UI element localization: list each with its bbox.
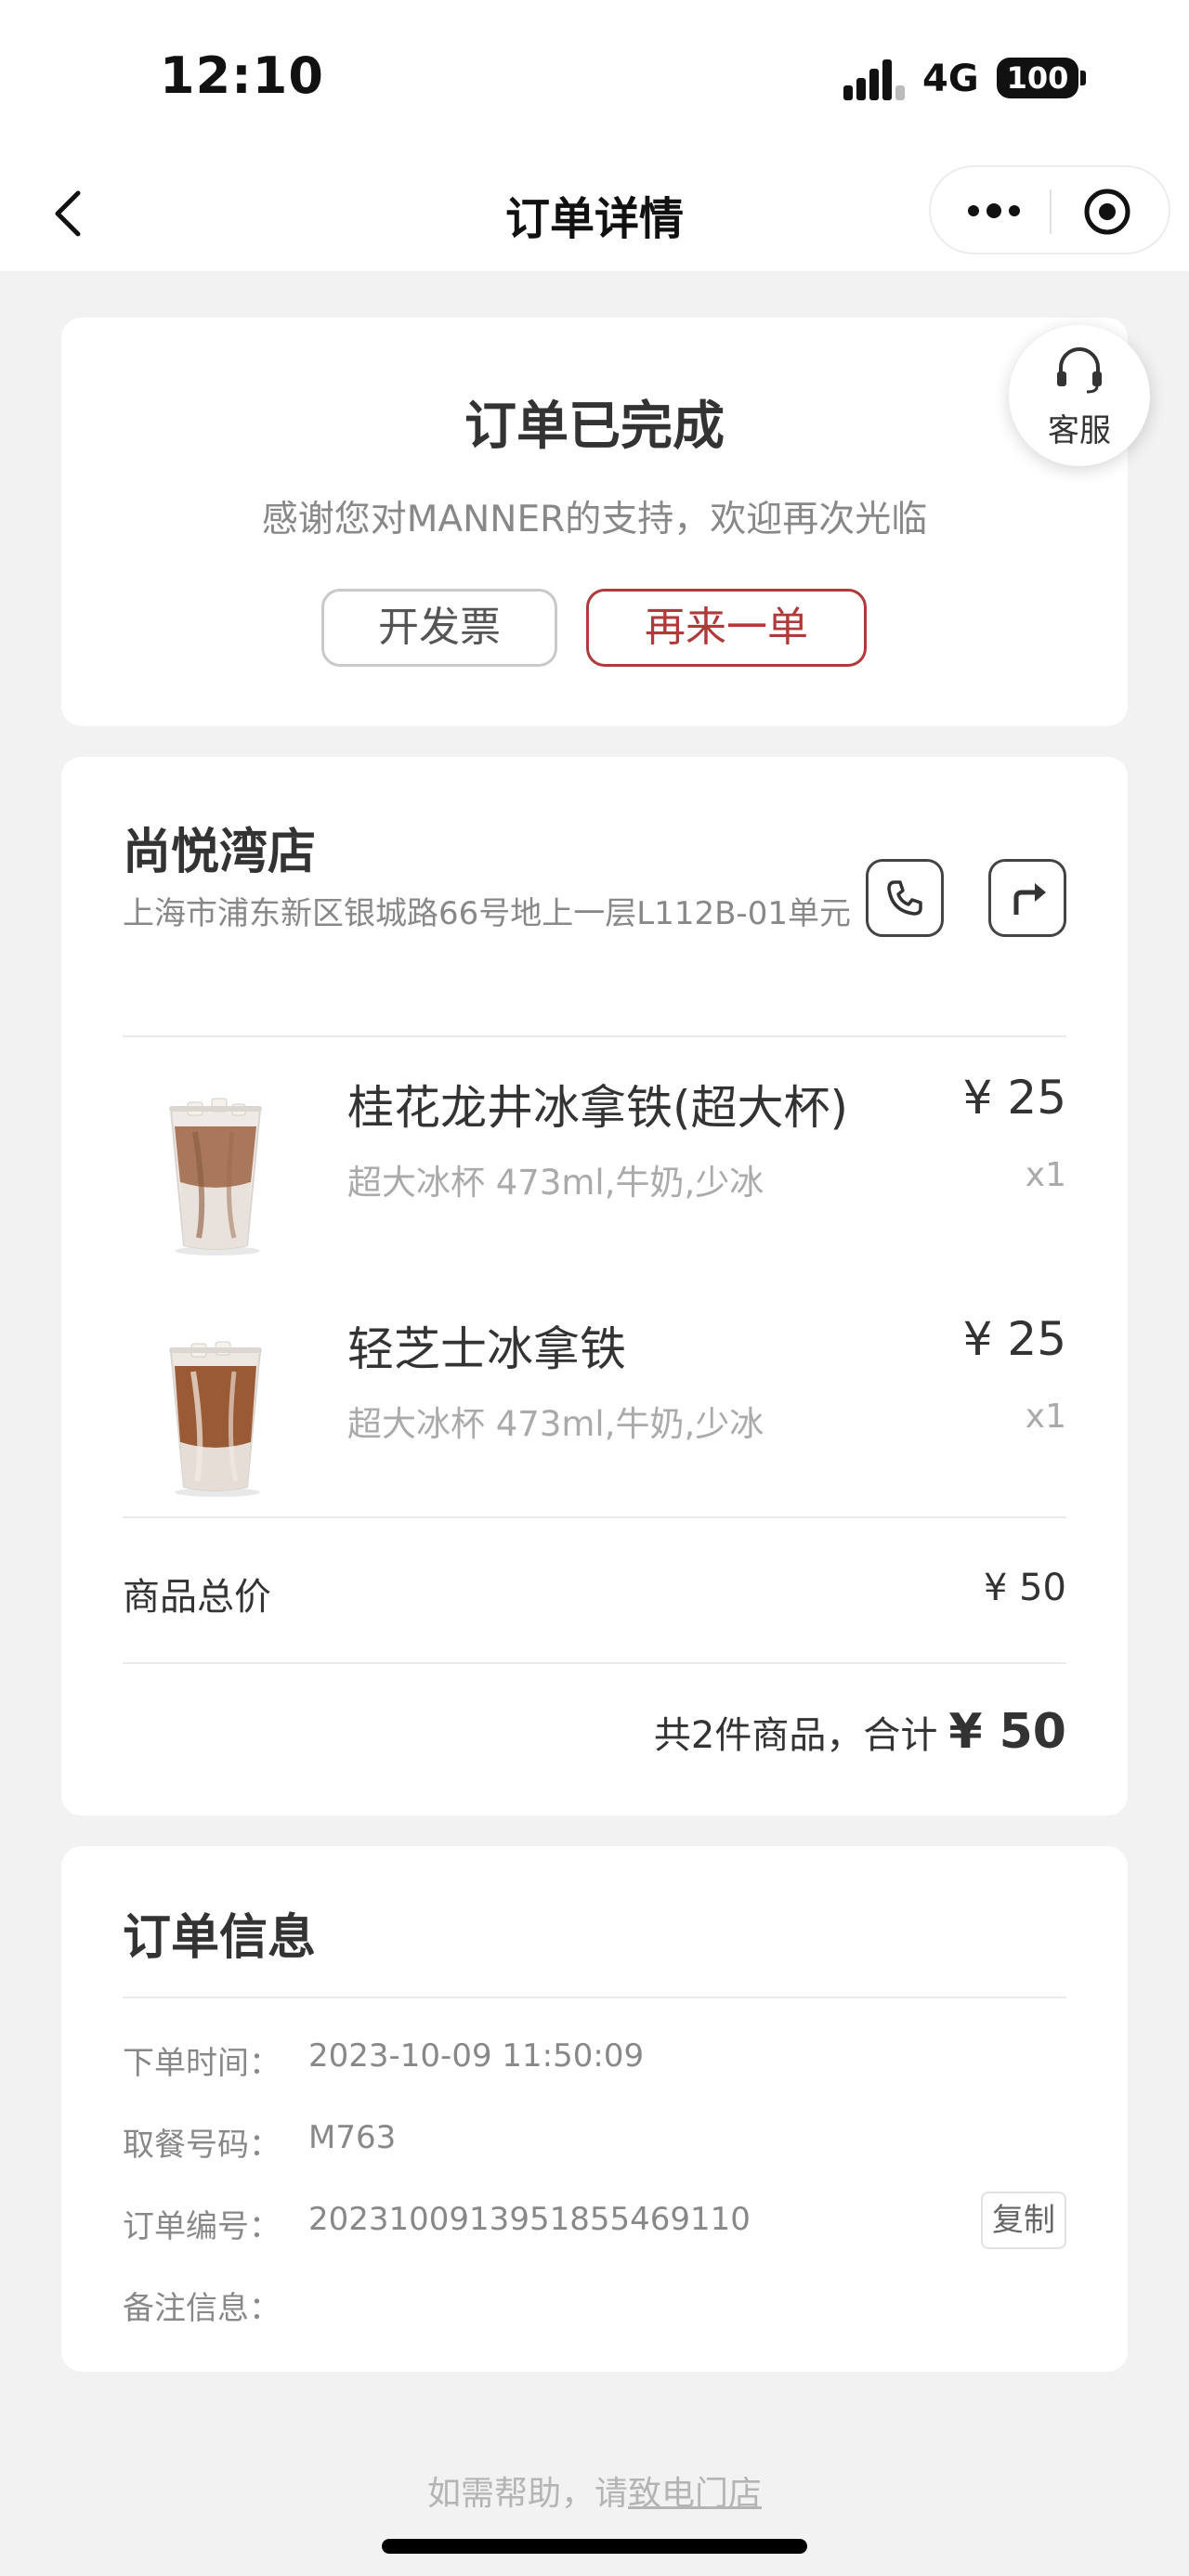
- divider: [123, 1516, 1066, 1518]
- subtotal-value: ¥ 50: [983, 1567, 1066, 1609]
- copy-order-number-button[interactable]: 复制: [981, 2192, 1066, 2249]
- route-arrow-icon: [1013, 883, 1046, 915]
- product-quantity: x1: [1025, 1398, 1066, 1436]
- store-address: 上海市浦东新区银城路66号地上一层L112B-01单元: [123, 895, 851, 932]
- capsule-divider: [1050, 189, 1052, 234]
- nav-bar: 订单详情: [0, 158, 1189, 271]
- call-store-link[interactable]: 致电门店: [628, 2475, 762, 2513]
- network-type: 4G: [922, 58, 979, 100]
- order-info-card: 订单信息 下单时间： 2023-10-09 11:50:09 取餐号码： M76…: [61, 1846, 1128, 2372]
- product-quantity: x1: [1025, 1156, 1066, 1194]
- target-circle-icon[interactable]: [1083, 188, 1131, 236]
- navigate-store-button[interactable]: [988, 859, 1066, 937]
- store-name: 尚悦湾店: [123, 825, 317, 880]
- info-row-remarks: 备注信息：: [123, 2273, 1066, 2329]
- divider: [123, 1035, 1066, 1037]
- help-prefix: 如需帮助，请: [426, 2475, 628, 2513]
- order-status-title: 订单已完成: [464, 397, 725, 457]
- help-text: 如需帮助，请致电门店: [0, 2466, 1189, 2515]
- product-price: ¥ 25: [962, 1071, 1066, 1125]
- signal-icon: [843, 59, 905, 100]
- order-total-row: 共2件商品，合计 ¥ 50: [654, 1704, 1066, 1760]
- status-time: 12:10: [160, 46, 324, 105]
- invoice-button[interactable]: 开发票: [321, 589, 557, 667]
- product-item[interactable]: 轻芝士冰拿铁 超大冰杯 473ml,牛奶,少冰 ¥ 25 x1: [123, 1312, 1066, 1507]
- info-label: 取餐号码：: [123, 2127, 281, 2164]
- customer-service-button[interactable]: 客服: [1009, 325, 1150, 466]
- order-time-value: 2023-10-09 11:50:09: [308, 2037, 645, 2075]
- battery-tip: [1080, 71, 1086, 85]
- order-status-card: 订单已完成 感谢您对MANNER的支持，欢迎再次光临 开发票 再来一单: [61, 318, 1128, 726]
- info-row-order-number: 订单编号： 20231009139518554691​10 复制: [123, 2192, 1066, 2249]
- product-spec: 超大冰杯 473ml,牛奶,少冰: [347, 1163, 764, 1203]
- info-label: 备注信息：: [123, 2290, 281, 2327]
- total-value: ¥ 50: [948, 1704, 1066, 1760]
- order-detail-card: 尚悦湾店 上海市浦东新区银城路66号地上一层L112B-01单元 桂花龙井冰拿铁…: [61, 757, 1128, 1815]
- pickup-code-value: M763: [308, 2119, 397, 2156]
- product-item[interactable]: 桂花龙井冰拿铁(超大杯) 超大冰杯 473ml,牛奶,少冰 ¥ 25 x1: [123, 1071, 1066, 1266]
- product-name: 轻芝士冰拿铁: [347, 1322, 626, 1376]
- iced-latte-cup-image: [169, 1098, 262, 1255]
- divider: [123, 1997, 1066, 1998]
- product-name: 桂花龙井冰拿铁(超大杯): [347, 1081, 849, 1135]
- product-spec: 超大冰杯 473ml,牛奶,少冰: [347, 1404, 764, 1444]
- info-row-pickup-code: 取餐号码： M763: [123, 2110, 1066, 2166]
- call-store-button[interactable]: [866, 859, 944, 937]
- status-bar: 12:10 4G 100: [0, 0, 1189, 158]
- subtotal-label: 商品总价: [123, 1576, 271, 1619]
- info-row-order-time: 下单时间： 2023-10-09 11:50:09: [123, 2028, 1066, 2084]
- more-dots-icon[interactable]: [966, 197, 1022, 225]
- customer-service-label: 客服: [1048, 412, 1111, 449]
- order-status-subtitle: 感谢您对MANNER的支持，欢迎再次光临: [261, 499, 928, 540]
- info-label: 订单编号：: [123, 2208, 281, 2245]
- phone-icon: [887, 880, 922, 916]
- order-number-value: 20231009139518554691​10: [308, 2201, 751, 2238]
- order-info-title: 订单信息: [123, 1910, 317, 1966]
- reorder-button[interactable]: 再来一单: [586, 589, 867, 667]
- headset-icon: [1057, 347, 1102, 394]
- mini-program-capsule: [929, 165, 1170, 254]
- battery-icon: 100: [997, 58, 1078, 98]
- home-indicator: [382, 2539, 807, 2554]
- product-price: ¥ 25: [962, 1312, 1066, 1366]
- divider: [123, 1662, 1066, 1664]
- total-text: 共2件商品，合计: [653, 1714, 938, 1757]
- info-label: 下单时间：: [123, 2045, 281, 2082]
- iced-latte-cup-image: [169, 1341, 262, 1497]
